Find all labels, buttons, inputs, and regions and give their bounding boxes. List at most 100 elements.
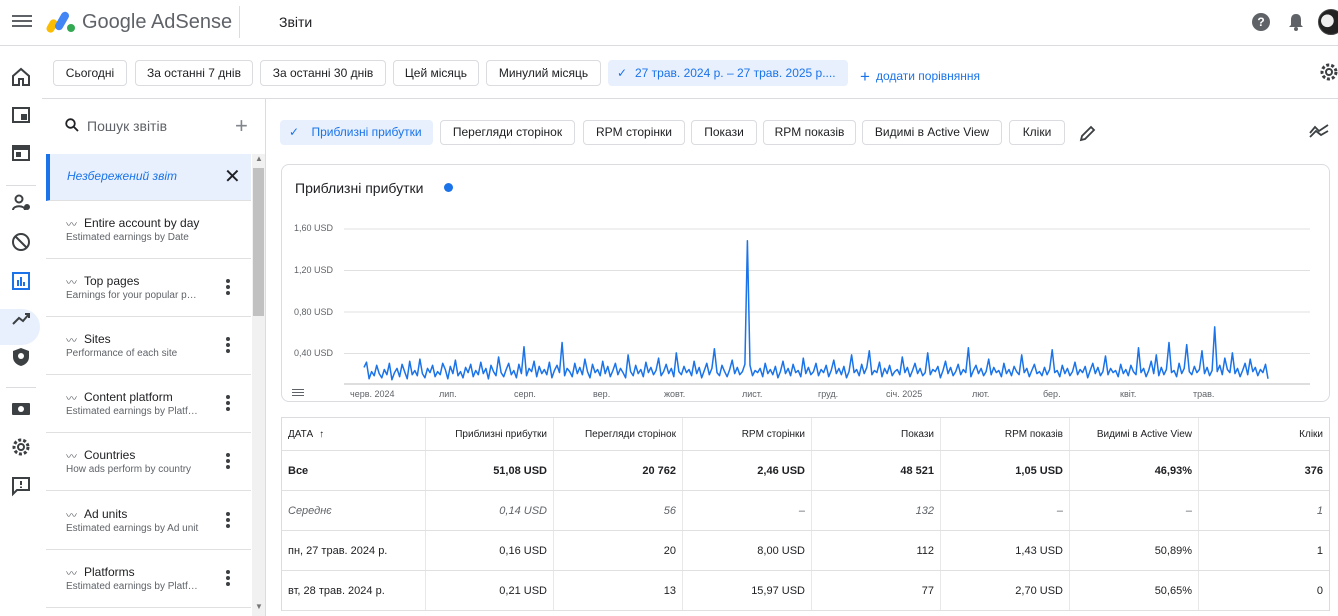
more-options-icon[interactable] xyxy=(226,279,230,297)
report-item[interactable]: 〰 Countries How ads perform by country xyxy=(46,433,251,491)
table-cell: 51,08 USD xyxy=(426,451,554,490)
range-today-chip[interactable]: Сьогодні xyxy=(53,60,127,86)
table-cell: 132 xyxy=(812,491,941,530)
table-cell: 20 xyxy=(554,531,683,570)
custom-range-chip[interactable]: 27 трав. 2024 р. – 27 трав. 2025 р.... xyxy=(608,60,848,86)
table-cell: 0,21 USD xyxy=(426,571,554,610)
sites-icon[interactable] xyxy=(10,142,32,164)
feedback-icon[interactable] xyxy=(10,475,32,497)
table-cell: 20 762 xyxy=(554,451,683,490)
privacy-messaging-icon[interactable] xyxy=(10,346,32,368)
report-list: Незбережений звіт ✕ 〰 Entire account by … xyxy=(46,154,251,616)
header-cell[interactable]: Перегляди сторінок xyxy=(554,418,683,450)
report-item[interactable]: 〰 Ad units Estimated earnings by Ad unit xyxy=(46,492,251,550)
report-item[interactable]: 〰 Sites Performance of each site xyxy=(46,317,251,375)
report-subtitle: Earnings for your popular pages xyxy=(66,290,201,301)
metric-selector: Приблизні прибутки Перегляди сторінок RP… xyxy=(268,99,1338,163)
metric-impression-rpm-chip[interactable]: RPM показів xyxy=(763,120,856,145)
header-cell[interactable]: Приблизні прибутки xyxy=(426,418,554,450)
report-trend-icon: 〰 xyxy=(66,510,77,522)
header-cell[interactable]: RPM сторінки xyxy=(683,418,812,450)
scroll-up-icon[interactable]: ▲ xyxy=(255,154,263,163)
add-comparison-button[interactable]: + додати порівняння xyxy=(860,65,981,86)
table-cell: 0,16 USD xyxy=(426,531,554,570)
notifications-icon[interactable] xyxy=(1285,11,1307,33)
report-item[interactable]: 〰 Content platform Estimated earnings by… xyxy=(46,375,251,433)
table-cell: 1,43 USD xyxy=(941,531,1070,570)
edit-icon[interactable] xyxy=(1078,123,1098,143)
scrollbar-thumb[interactable] xyxy=(253,168,264,316)
close-icon[interactable]: ✕ xyxy=(224,164,241,189)
metric-impressions-chip[interactable]: Покази xyxy=(691,120,757,145)
rail-divider xyxy=(6,387,36,388)
rail-divider xyxy=(6,185,36,186)
earnings-line-chart[interactable] xyxy=(282,165,1330,402)
report-title: Sites xyxy=(84,332,111,346)
add-report-icon[interactable]: + xyxy=(235,113,248,139)
reports-icon[interactable] xyxy=(10,270,32,292)
report-search[interactable]: Пошук звітів + xyxy=(46,99,266,151)
report-table: ДАТА ↑ Приблизні прибутки Перегляди сторі… xyxy=(281,417,1330,611)
header-cell[interactable]: RPM показів xyxy=(941,418,1070,450)
table-cell: вт, 28 трав. 2024 р. xyxy=(282,571,426,610)
date-range-bar: Сьогодні За останні 7 днів За останні 30… xyxy=(42,47,1338,99)
gear-icon[interactable] xyxy=(1318,61,1338,83)
metric-clicks-chip[interactable]: Кліки xyxy=(1009,120,1065,145)
earnings-series-line[interactable] xyxy=(363,240,1269,381)
help-icon[interactable]: ? xyxy=(1250,11,1272,33)
settings-icon[interactable] xyxy=(10,436,32,458)
table-cell: пн, 27 трав. 2024 р. xyxy=(282,531,426,570)
home-icon[interactable] xyxy=(10,66,32,88)
more-options-icon[interactable] xyxy=(226,337,230,355)
range-30-days-chip[interactable]: За останні 30 днів xyxy=(260,60,386,86)
table-cell: – xyxy=(941,491,1070,530)
table-cell: 0,14 USD xyxy=(426,491,554,530)
report-item[interactable]: 〰 Platforms Estimated earnings by Platfo… xyxy=(46,550,251,608)
optimization-icon[interactable] xyxy=(10,308,32,330)
header-cell[interactable]: Покази xyxy=(812,418,941,450)
report-item[interactable]: 〰 Top pages Earnings for your popular pa… xyxy=(46,259,251,317)
metric-page-views-chip[interactable]: Перегляди сторінок xyxy=(440,120,575,145)
report-subtitle: Estimated earnings by Date xyxy=(66,232,189,243)
scroll-down-icon[interactable]: ▼ xyxy=(255,602,263,611)
add-comparison-label: додати порівняння xyxy=(875,69,981,83)
current-report-label: Незбережений звіт xyxy=(67,169,178,183)
sort-arrow-up-icon[interactable]: ↑ xyxy=(319,429,324,440)
report-item[interactable]: 〰 Entire account by day Estimated earnin… xyxy=(46,201,251,259)
header-date[interactable]: ДАТА ↑ xyxy=(282,418,426,450)
divider xyxy=(239,6,240,38)
report-list-scrollbar[interactable]: ▲ ▼ xyxy=(252,154,265,616)
current-report-item[interactable]: Незбережений звіт ✕ xyxy=(46,154,251,201)
metric-earnings-chip[interactable]: Приблизні прибутки xyxy=(280,120,433,145)
table-cell: 50,65% xyxy=(1070,571,1199,610)
header-cell[interactable]: Кліки xyxy=(1199,418,1329,450)
more-options-icon[interactable] xyxy=(226,570,230,588)
range-7-days-chip[interactable]: За останні 7 днів xyxy=(135,60,253,86)
table-cell: 1 xyxy=(1316,504,1323,517)
account-access-icon[interactable] xyxy=(10,192,32,214)
table-cell: 1,05 USD xyxy=(941,451,1070,490)
avatar[interactable] xyxy=(1318,9,1338,35)
ads-icon[interactable] xyxy=(10,104,32,126)
top-bar: Google AdSense Звіти ? xyxy=(0,0,1338,46)
header-cell[interactable]: Видимі в Active View xyxy=(1070,418,1199,450)
more-options-icon[interactable] xyxy=(226,395,230,413)
report-subtitle: Estimated earnings by Ad unit xyxy=(66,523,199,534)
metric-active-view-chip[interactable]: Видимі в Active View xyxy=(862,120,1002,145)
earnings-chart-card: Приблизні прибутки 1,60 USD 1,20 USD 0,8… xyxy=(281,164,1330,402)
blocking-controls-icon[interactable] xyxy=(10,231,32,253)
menu-icon[interactable] xyxy=(12,12,32,32)
payments-icon[interactable] xyxy=(10,398,32,420)
compare-trend-icon[interactable] xyxy=(1308,121,1330,141)
table-cell: Середнє xyxy=(282,491,426,530)
more-options-icon[interactable] xyxy=(226,512,230,530)
adsense-logo xyxy=(46,11,75,33)
range-this-month-chip[interactable]: Цей місяць xyxy=(393,60,479,86)
table-cell: 50,89% xyxy=(1070,531,1199,570)
range-last-month-chip[interactable]: Минулий місяць xyxy=(486,60,601,86)
more-options-icon[interactable] xyxy=(226,453,230,471)
report-title: Countries xyxy=(84,448,136,462)
search-input[interactable]: Пошук звітів xyxy=(87,118,167,134)
table-cell: 77 xyxy=(812,571,941,610)
metric-page-rpm-chip[interactable]: RPM сторінки xyxy=(583,120,685,145)
